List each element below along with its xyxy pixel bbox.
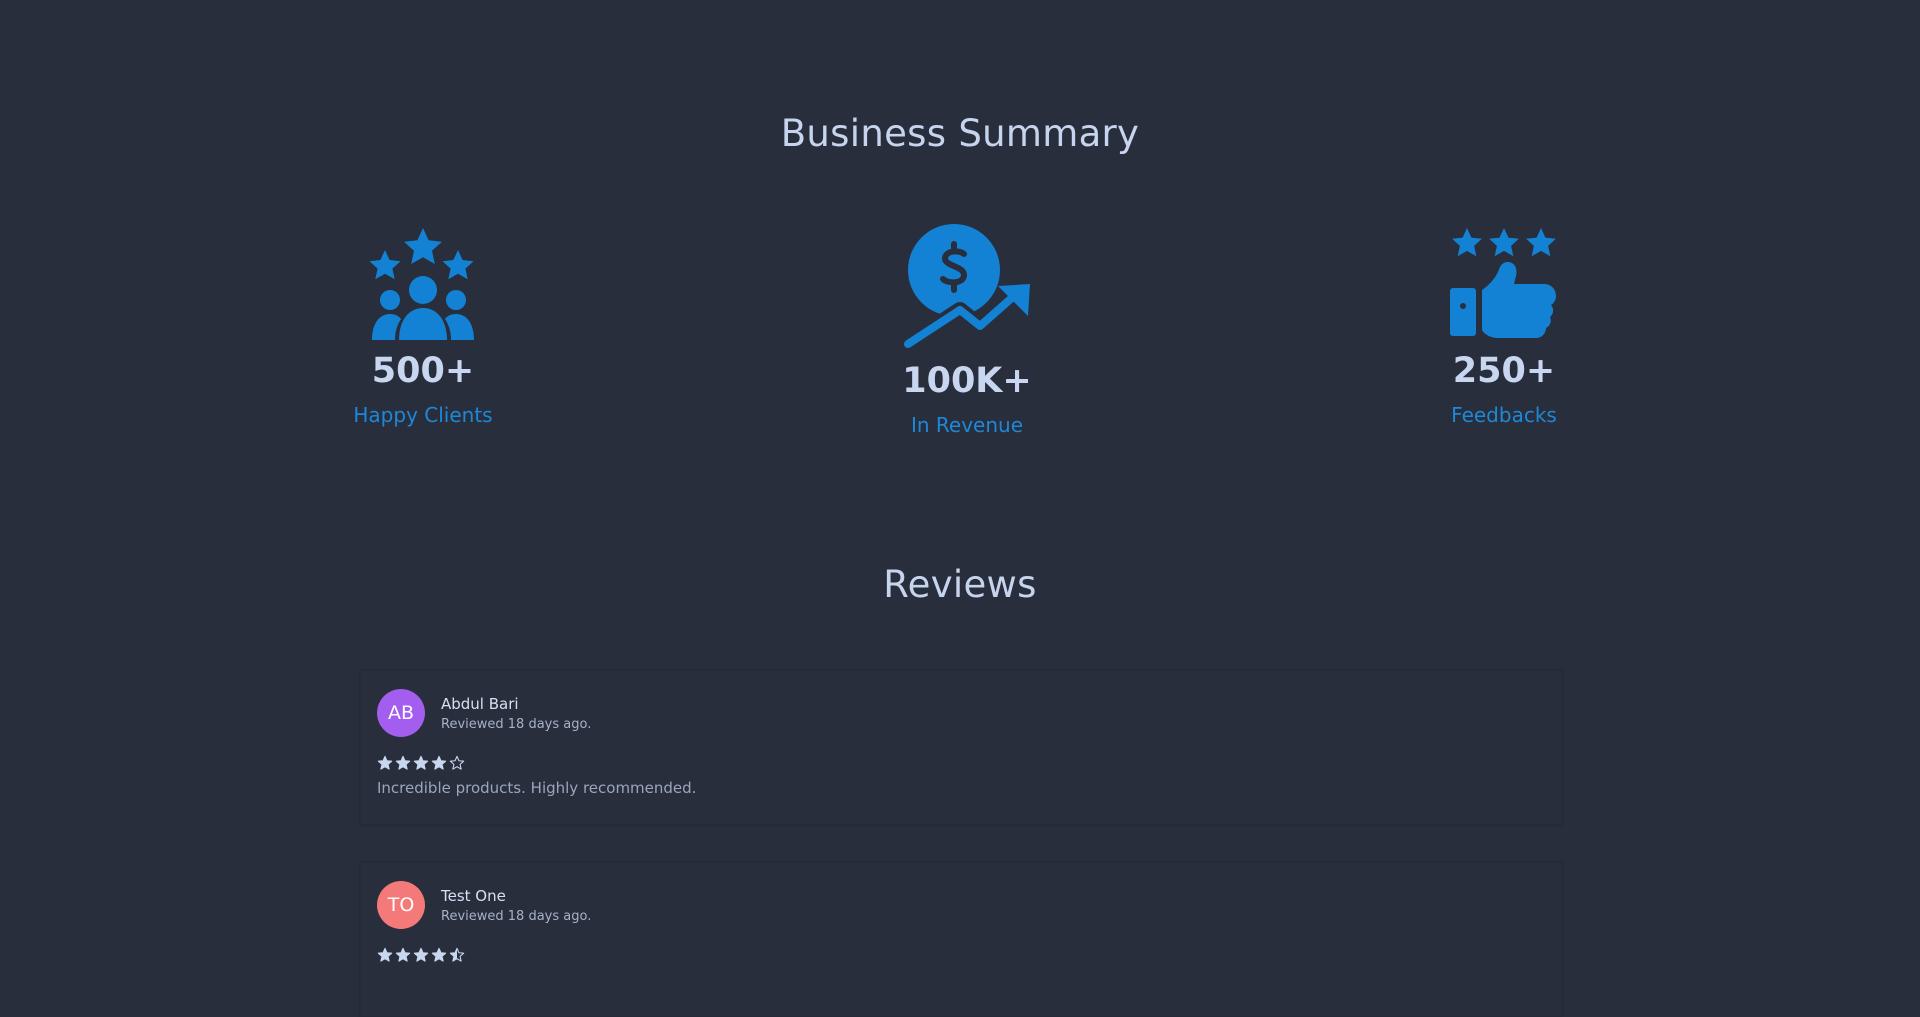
star-filled-icon xyxy=(395,755,411,770)
star-filled-icon xyxy=(413,755,429,770)
stat-value: 250+ xyxy=(1452,351,1556,391)
thumbs-up-stars-icon xyxy=(1450,228,1556,338)
star-filled-icon xyxy=(377,755,393,770)
stat-label: Happy Clients xyxy=(353,403,493,427)
review-text: Incredible products. Highly recommended. xyxy=(377,779,697,797)
stat-label: In Revenue xyxy=(910,413,1024,437)
reviews-title: Reviews xyxy=(883,563,1037,606)
avatar: AB xyxy=(377,689,425,737)
stat-value: 100K+ xyxy=(902,361,1032,401)
revenue-growth-icon xyxy=(902,224,1030,350)
star-empty-icon xyxy=(449,755,465,770)
review-date: Reviewed 18 days ago. xyxy=(441,717,592,732)
star-rating xyxy=(377,755,465,771)
star-filled-icon xyxy=(431,755,447,770)
stat-feedbacks: 250+ Feedbacks xyxy=(1424,226,1584,427)
review-date: Reviewed 18 days ago. xyxy=(441,909,592,924)
review-card: TO Test One Reviewed 18 days ago. xyxy=(360,862,1562,1017)
reviewer-name: Test One xyxy=(441,887,506,905)
review-card: AB Abdul Bari Reviewed 18 days ago. Incr… xyxy=(360,670,1562,825)
avatar: TO xyxy=(377,881,425,929)
stat-value: 500+ xyxy=(371,351,475,391)
clients-stars-icon xyxy=(369,228,474,340)
reviewer-name: Abdul Bari xyxy=(441,695,519,713)
stat-happy-clients: 500+ Happy Clients xyxy=(340,226,506,427)
stat-revenue: 100K+ In Revenue xyxy=(887,224,1047,437)
stat-label: Feedbacks xyxy=(1451,403,1557,427)
business-summary-title: Business Summary xyxy=(780,112,1140,155)
